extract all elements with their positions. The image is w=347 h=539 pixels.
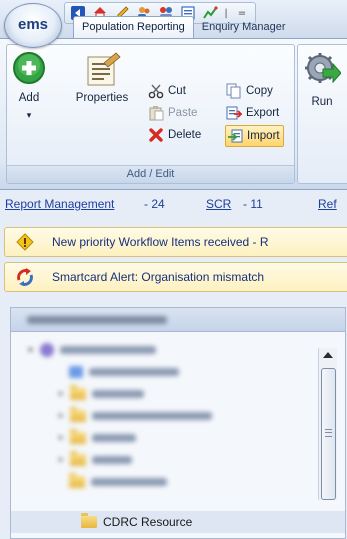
tree-node[interactable]: ▸ [59, 429, 136, 446]
export-icon [225, 105, 243, 121]
scr-count: - 11 [243, 197, 263, 211]
smartcard-alert-text: Smartcard Alert: Organisation mismatch [52, 270, 265, 284]
ribbon-tabs: Population Reporting Enquiry Manager [73, 16, 294, 39]
workflow-alert-banner[interactable]: New priority Workflow Items received - R [4, 227, 347, 257]
folder-icon [69, 429, 86, 444]
navigation-tree-panel: ▸ ▸ ▸ ▸ ▸ CDRC Resource [10, 307, 346, 539]
scr-link[interactable]: SCR [206, 197, 231, 211]
copy-button[interactable]: Copy [225, 81, 273, 101]
import-icon [226, 128, 244, 144]
tree-vertical-scrollbar[interactable] [318, 348, 337, 500]
add-dropdown-arrow-icon: ▾ [26, 110, 32, 120]
report-management-count: - 24 [144, 197, 165, 211]
folder-icon [69, 473, 85, 488]
folder-icon [69, 451, 86, 466]
tree-node[interactable]: ▸ [59, 451, 132, 468]
copy-label: Copy [246, 85, 273, 97]
smartcard-refresh-icon [14, 267, 36, 287]
delete-button[interactable]: Delete [147, 125, 201, 145]
run-gear-icon [305, 53, 342, 84]
import-button[interactable]: Import [225, 125, 284, 147]
scroll-up-arrow-icon[interactable] [323, 352, 333, 358]
add-label: Add [18, 92, 40, 104]
run-button[interactable]: Run [302, 51, 342, 108]
ribbon-group-add-edit: Add ▾ Properties Cut Paste Delete Copy E… [6, 44, 295, 184]
smartcard-alert-banner[interactable]: Smartcard Alert: Organisation mismatch [4, 262, 347, 292]
properties-button[interactable]: Properties [67, 51, 137, 104]
add-plus-icon [13, 52, 45, 84]
tree-node[interactable]: ▸ [59, 385, 144, 402]
tree-root-node[interactable]: ▸ [29, 342, 156, 358]
report-management-link[interactable]: Report Management [5, 197, 114, 211]
paste-button[interactable]: Paste [147, 103, 197, 123]
scroll-grip-icon [325, 429, 332, 437]
paste-label: Paste [168, 107, 198, 119]
tree-node-cdrc-resource[interactable]: CDRC Resource [11, 511, 345, 533]
cut-label: Cut [168, 85, 186, 97]
ribbon-group-run: Run [297, 44, 347, 184]
tree-panel-header [11, 308, 345, 332]
export-button[interactable]: Export [225, 103, 279, 123]
scissors-icon [147, 83, 165, 99]
user-group-icon [39, 343, 54, 357]
folder-icon [81, 513, 97, 528]
export-label: Export [246, 107, 280, 119]
properties-document-icon [87, 52, 121, 86]
ribbon: Add ▾ Properties Cut Paste Delete Copy E… [0, 38, 347, 190]
application-menu-button[interactable]: ems [4, 3, 62, 48]
tree-node[interactable] [69, 364, 179, 380]
obscured-header-text [27, 316, 167, 324]
cut-button[interactable]: Cut [147, 81, 186, 101]
run-label: Run [311, 96, 333, 108]
ref-link[interactable]: Ref [318, 197, 337, 211]
item-icon [69, 366, 83, 378]
folder-icon [69, 385, 86, 400]
copy-icon [225, 83, 243, 99]
tree-node[interactable]: ▸ [59, 407, 212, 424]
tab-enquiry-manager[interactable]: Enquiry Manager [194, 17, 294, 37]
clipboard-icon [147, 105, 165, 121]
delete-label: Delete [168, 129, 202, 141]
properties-label: Properties [75, 92, 129, 104]
workflow-alert-text: New priority Workflow Items received - R [52, 235, 269, 249]
tab-population-reporting[interactable]: Population Reporting [73, 16, 194, 39]
scroll-thumb[interactable] [321, 368, 336, 500]
delete-x-icon [147, 127, 165, 143]
folder-icon [69, 407, 86, 422]
warning-diamond-icon [14, 232, 36, 252]
import-label: Import [247, 130, 280, 142]
ribbon-group-label: Add / Edit [7, 165, 294, 183]
add-button[interactable]: Add ▾ [9, 51, 49, 121]
tree-node[interactable] [69, 473, 167, 490]
status-links-bar: Report Management - 24 SCR - 11 Ref [0, 195, 347, 215]
app-logo-text: ems [17, 16, 49, 33]
